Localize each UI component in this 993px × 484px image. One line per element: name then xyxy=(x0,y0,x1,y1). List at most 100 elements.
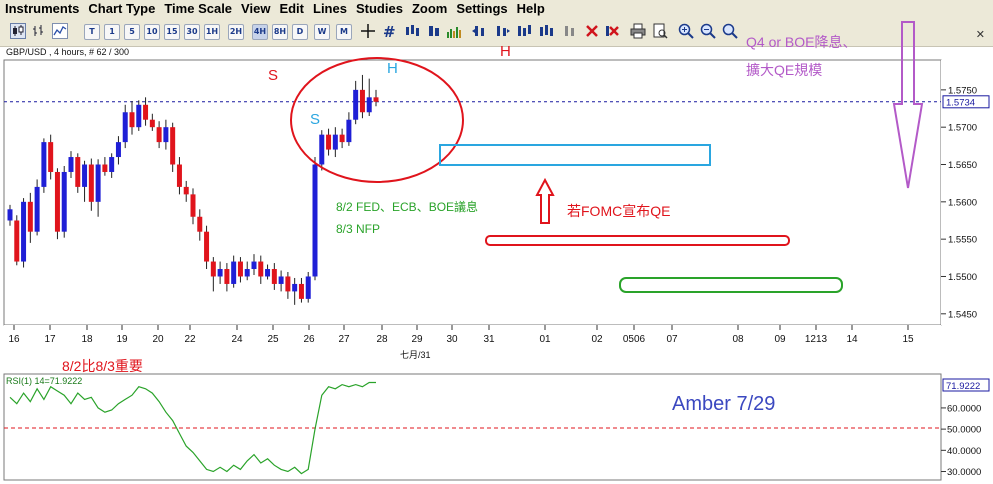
candle-body xyxy=(359,89,365,113)
candle-body xyxy=(34,186,40,232)
news-annotation: 8/2 FED、ECB、BOE議息 xyxy=(336,199,478,214)
date-tick-label: 09 xyxy=(774,334,786,345)
candle-body xyxy=(251,261,257,270)
candle-body xyxy=(231,261,237,284)
candle-body xyxy=(27,201,33,232)
price-tick-label: 1.5650 xyxy=(948,160,977,171)
candle-body xyxy=(143,104,149,120)
nfp-annotation: 8/3 NFP xyxy=(336,222,380,236)
head-label-red: H xyxy=(500,43,511,60)
date-tick-label: 01 xyxy=(539,334,551,345)
candle-body xyxy=(353,89,359,120)
date-tick-label: 17 xyxy=(44,334,56,345)
candle-body xyxy=(210,261,216,277)
candle-body xyxy=(102,164,108,172)
candle-body xyxy=(48,142,54,172)
candle-body xyxy=(244,269,250,277)
candle-body xyxy=(319,134,325,165)
date-tick-label: 28 xyxy=(376,334,388,345)
candle-body xyxy=(82,164,88,187)
date-tick-label: 19 xyxy=(116,334,128,345)
fomc-annotation: 若FOMC宣布QE xyxy=(567,203,670,219)
price-tick-label: 1.5600 xyxy=(948,197,977,208)
price-tick-label: 1.5500 xyxy=(948,272,977,283)
q4-annotation-line2: 擴大QE規模 xyxy=(746,62,822,78)
candle-body xyxy=(366,97,372,113)
candle-body xyxy=(204,231,210,262)
candle-body xyxy=(61,171,67,232)
candle-body xyxy=(129,112,135,128)
candle-body xyxy=(258,261,264,277)
q4-annotation-line1: Q4 or BOE降息、 xyxy=(746,34,856,50)
head-label-cyan: H xyxy=(387,60,398,77)
date-tick-label: 20 xyxy=(152,334,164,345)
date-tick-label: 31 xyxy=(483,334,495,345)
price-tick-label: 1.5450 xyxy=(948,309,977,320)
date-tick-label: 15 xyxy=(902,334,914,345)
candle-body xyxy=(163,127,169,143)
candle-body xyxy=(190,194,196,217)
rsi-pane[interactable] xyxy=(3,373,942,481)
date-tick-label: 27 xyxy=(338,334,350,345)
importance-annotation: 8/2比8/3重要 xyxy=(62,358,143,374)
price-tick-label: 1.5550 xyxy=(948,235,977,246)
candle-body xyxy=(136,104,142,128)
candle-body xyxy=(68,157,74,172)
chart-window: GBP/USD , 4 hours, # 62 / 300 1.57501.57… xyxy=(3,21,993,481)
candle-body xyxy=(298,283,304,299)
candle-body xyxy=(14,220,20,262)
date-tick-label: 02 xyxy=(591,334,603,345)
candle-body xyxy=(305,276,311,299)
date-tick-label: 25 xyxy=(267,334,279,345)
date-tick-label: 08 xyxy=(732,334,744,345)
candle-body xyxy=(326,134,332,150)
candle-body xyxy=(54,171,60,232)
candle-body xyxy=(88,164,94,202)
date-tick-label: 26 xyxy=(303,334,315,345)
chart-header: GBP/USD , 4 hours, # 62 / 300 xyxy=(6,47,129,57)
rsi-tick-label: 60.0000 xyxy=(947,403,981,414)
month-label: 七月/31 xyxy=(400,350,431,360)
rsi-tick-label: 30.0000 xyxy=(947,467,981,478)
candle-body xyxy=(285,276,291,292)
candle-body xyxy=(75,157,81,187)
candle-body xyxy=(41,142,47,187)
date-tick-label: 07 xyxy=(666,334,678,345)
candle-body xyxy=(312,164,318,277)
shoulder-label-red: S xyxy=(268,67,278,84)
rsi-tick-label: 40.0000 xyxy=(947,446,981,457)
candle-body xyxy=(271,269,277,284)
date-tick-label: 29 xyxy=(411,334,423,345)
candle-body xyxy=(7,209,13,221)
date-axis[interactable] xyxy=(4,325,941,355)
candle-body xyxy=(95,164,101,202)
rsi-tick-label: 50.0000 xyxy=(947,425,981,436)
candle-body xyxy=(176,164,182,187)
current-price-label: 1.5734 xyxy=(946,97,975,108)
candle-body xyxy=(224,269,230,284)
candle-body xyxy=(292,283,298,292)
candle-body xyxy=(332,134,338,150)
price-tick-label: 1.5750 xyxy=(948,85,977,96)
candle-body xyxy=(278,276,284,284)
candle-body xyxy=(346,119,352,143)
price-tick-label: 1.5700 xyxy=(948,123,977,134)
date-tick-label: 30 xyxy=(446,334,458,345)
date-tick-label: 24 xyxy=(231,334,243,345)
price-pane[interactable] xyxy=(3,59,942,326)
date-tick-label: 18 xyxy=(81,334,93,345)
candle-body xyxy=(265,269,271,277)
candle-body xyxy=(156,127,162,143)
candle-body xyxy=(237,261,243,277)
date-tick-label: 16 xyxy=(8,334,20,345)
candle-body xyxy=(109,157,115,172)
shoulder-label-cyan: S xyxy=(310,111,320,128)
rsi-axis-ticks: 60.0000 50.0000 40.0000 30.0000 xyxy=(941,403,981,478)
author-signature: Amber 7/29 xyxy=(672,393,775,415)
candle-body xyxy=(373,97,379,102)
rsi-current-label: 71.9222 xyxy=(946,381,980,392)
candle-body xyxy=(115,142,121,158)
date-tick-label: 22 xyxy=(184,334,196,345)
candle-body xyxy=(183,186,189,195)
date-tick-label: 1213 xyxy=(805,334,828,345)
